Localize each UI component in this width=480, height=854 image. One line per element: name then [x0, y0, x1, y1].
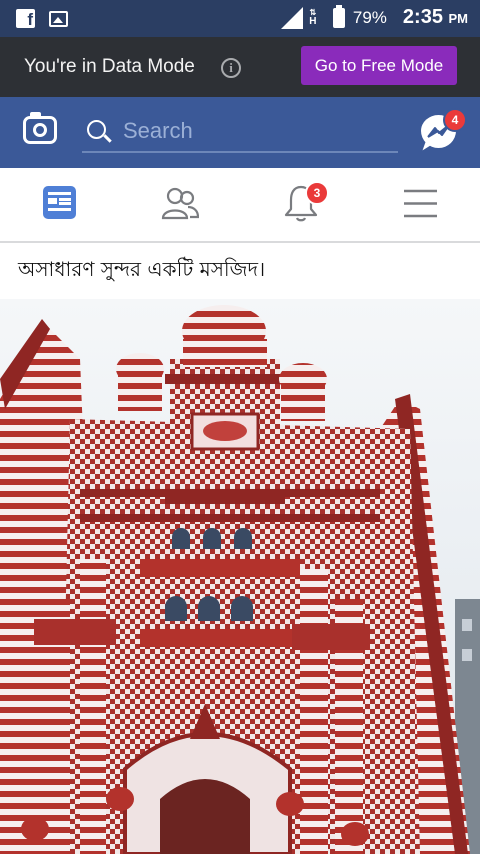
search-placeholder: Search	[123, 118, 193, 143]
status-bar: f ⇅ H 79% 2:35 PM	[0, 0, 480, 37]
data-mode-message: You're in Data Mode	[24, 56, 195, 77]
search-input[interactable]: Search	[82, 111, 398, 153]
tab-menu[interactable]	[360, 168, 480, 241]
notifications-badge: 3	[305, 181, 329, 205]
network-type: ⇅ H	[309, 7, 317, 27]
go-to-free-mode-button[interactable]: Go to Free Mode	[301, 46, 457, 85]
gallery-icon	[49, 10, 68, 27]
friends-icon	[161, 187, 199, 220]
camera-icon[interactable]	[23, 112, 57, 144]
battery-icon	[332, 4, 345, 28]
data-mode-bar: You're in Data Mode i Go to Free Mode	[0, 37, 480, 97]
post-photo[interactable]	[0, 299, 480, 854]
mosque-photo	[0, 299, 480, 854]
info-icon[interactable]: i	[221, 58, 241, 78]
tab-notifications[interactable]	[240, 168, 360, 241]
search-icon	[87, 120, 106, 139]
menu-icon	[404, 189, 437, 218]
tab-news-feed[interactable]	[0, 168, 120, 241]
clock: 2:35 PM	[402, 6, 468, 28]
facebook-icon: f	[16, 9, 35, 29]
app-header: Search	[0, 97, 480, 168]
news-feed-icon	[43, 186, 76, 219]
post-text: অসাধারণ সুন্দর একটি মসজিদ।	[18, 257, 266, 281]
tab-bar	[0, 168, 480, 243]
tab-friends[interactable]	[120, 168, 240, 241]
signal-icon	[280, 6, 303, 29]
battery-percent: 79%	[352, 7, 387, 27]
messenger-badge: 4	[443, 108, 467, 132]
